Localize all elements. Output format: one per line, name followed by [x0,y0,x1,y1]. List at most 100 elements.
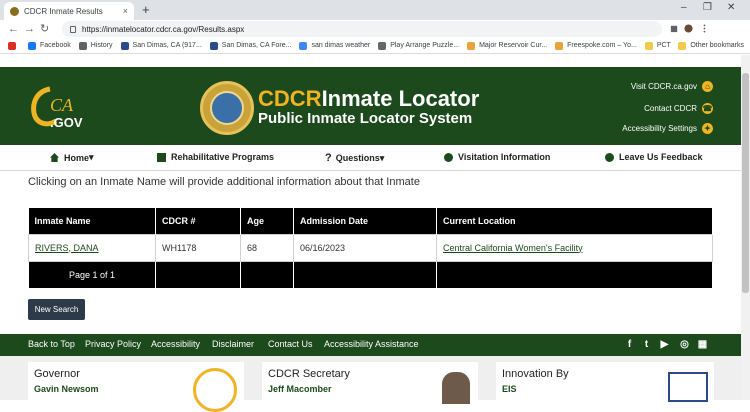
inmate-name-link[interactable]: RIVERS, DANA [35,243,99,253]
column-header-inmate-name[interactable]: Inmate Name [28,208,156,234]
browser-tab-strip: CDCR Inmate Results × + – ❐ ✕ [0,0,750,20]
visit-cdcr-link[interactable]: Visit CDCR.ca.gov ⌂ [631,81,713,92]
inmate-name-cell: RIVERS, DANA [28,233,156,262]
footer-accessibility-assistance[interactable]: Accessibility Assistance [324,339,419,349]
forward-arrow-icon[interactable]: → [24,22,35,36]
bookmark-san-dimas-1[interactable]: San Dimas, CA (917... [120,41,202,50]
bookmarks-bar: Facebook History San Dimas, CA (917... S… [0,38,750,54]
eis-logo-icon [668,372,708,402]
nav-home[interactable]: Home ▾ [50,152,94,163]
bookmark-reservoir[interactable]: Major Reservoir Cur... [467,41,547,50]
url-text: https://inmatelocator.cdcr.ca.gov/Result… [82,24,245,34]
apps-icon[interactable] [8,41,20,50]
history-icon [78,41,87,50]
column-header-cdcr[interactable]: CDCR # [155,208,241,234]
new-search-button[interactable]: New Search [28,299,85,320]
browser-tab[interactable]: CDCR Inmate Results × [4,2,134,20]
contact-cdcr-link[interactable]: Contact CDCR ☎ [644,103,713,114]
lock-icon [70,25,76,33]
main-nav: Home ▾ Rehabilitative Programs ? Questions… [0,145,741,171]
bookmark-san-dimas-2[interactable]: San Dimas, CA Fore... [209,41,291,50]
address-bar[interactable]: https://inmatelocator.cdcr.ca.gov/Result… [62,21,662,37]
folder-icon [644,41,653,50]
restore-button[interactable]: ❐ [703,2,712,13]
page-scrollbar[interactable] [741,55,750,400]
intro-text: Clicking on an Inmate Name will provide … [28,176,420,188]
footer-contact-us[interactable]: Contact Us [268,339,313,349]
cloud-icon [299,41,308,50]
cdcr-favicon-icon [10,6,19,16]
page-title: CDCRInmate Locator [258,86,480,111]
tab-title: CDCR Inmate Results [24,6,103,16]
tab-close-icon[interactable]: × [123,6,128,16]
nav-rehabilitative-programs[interactable]: Rehabilitative Programs [157,152,274,162]
site-header: CA .GOV CDCRInmate Locator Public Inmate… [0,67,741,145]
bookmark-facebook[interactable]: Facebook [28,41,71,50]
twitter-icon[interactable]: t [641,339,652,350]
footer-disclaimer[interactable]: Disclaimer [212,339,254,349]
column-header-age[interactable]: Age [240,208,294,234]
folder-icon [678,41,687,50]
accessibility-icon: ✦ [702,123,713,134]
accessibility-settings-link[interactable]: Accessibility Settings ✦ [622,123,713,134]
info-icon [444,152,453,162]
results-table: Inmate Name CDCR # Age Admission Date Cu… [28,208,713,289]
flickr-icon[interactable]: ▦ [697,339,708,350]
bookmark-weather[interactable]: san dimas weather [299,41,370,50]
bookmark-pct[interactable]: PCT [644,41,671,50]
weather-icon [209,41,218,50]
nav-leave-feedback[interactable]: Leave Us Feedback [605,152,703,162]
pager-text: Page 1 of 1 [28,260,156,289]
freespoke-icon [555,41,564,50]
table-header-row: Inmate Name CDCR # Age Admission Date Cu… [28,208,713,234]
home-icon: ⌂ [702,81,713,92]
new-tab-button[interactable]: + [142,2,150,18]
card-title: CDCR Secretary [268,368,350,380]
chevron-down-icon: ▾ [89,152,94,162]
page-subtitle: Public Inmate Locator System [258,110,473,127]
bookmark-history[interactable]: History [78,41,113,50]
column-header-current-location[interactable]: Current Location [436,208,713,234]
card-title: Governor [34,368,80,380]
california-all-logo-icon [193,368,237,412]
footer-links-bar: Back to Top Privacy Policy Accessibility… [0,334,741,356]
cdcr-number-cell: WH1178 [155,233,241,262]
menu-dots-icon[interactable] [700,24,709,33]
current-location-link[interactable]: Central California Women's Facility [443,243,583,253]
scrollbar-thumb[interactable] [742,73,749,293]
governor-card: Governor Gavin Newsom [28,362,244,412]
footer-accessibility[interactable]: Accessibility [151,339,200,349]
back-arrow-icon[interactable]: ← [8,22,19,36]
pager-row: Page 1 of 1 [28,260,713,289]
card-name[interactable]: Jeff Macomber [268,384,332,394]
bookmark-freespoke[interactable]: Freespoke.com – Yo... [555,41,637,50]
footer-back-to-top[interactable]: Back to Top [28,339,75,349]
ca-gov-logo[interactable]: CA .GOV [28,83,98,129]
admission-date-cell: 06/16/2023 [293,233,437,262]
card-title: Innovation By [502,368,569,380]
age-cell: 68 [240,233,294,262]
youtube-icon[interactable]: ▶ [659,339,670,350]
column-header-admission-date[interactable]: Admission Date [293,208,437,234]
bookmark-puzzle[interactable]: Play Arrange Puzzle... [378,41,459,50]
chevron-down-icon: ▾ [379,152,385,163]
profile-avatar-icon[interactable] [684,24,693,33]
extension-puzzle-icon[interactable] [670,24,679,33]
browser-toolbar: ← → ↻ https://inmatelocator.cdcr.ca.gov/… [0,20,750,38]
footer-privacy-policy[interactable]: Privacy Policy [85,339,141,349]
nav-questions[interactable]: ? Questions ▾ [325,152,384,164]
card-name[interactable]: Gavin Newsom [34,384,99,394]
card-name[interactable]: EIS [502,384,517,394]
puzzle-icon [378,41,387,50]
bookmark-other[interactable]: Other bookmarks [678,41,744,50]
close-window-button[interactable]: ✕ [727,2,735,13]
nav-visitation-information[interactable]: Visitation Information [444,152,550,162]
secretary-portrait [442,372,470,404]
reload-icon[interactable]: ↻ [40,22,49,36]
facebook-icon[interactable]: f [624,339,635,350]
reservoir-icon [467,41,476,50]
minimize-button[interactable]: – [681,2,687,13]
home-icon [50,153,59,162]
instagram-icon[interactable]: ◎ [679,339,690,350]
ca-text: CA [50,95,74,115]
